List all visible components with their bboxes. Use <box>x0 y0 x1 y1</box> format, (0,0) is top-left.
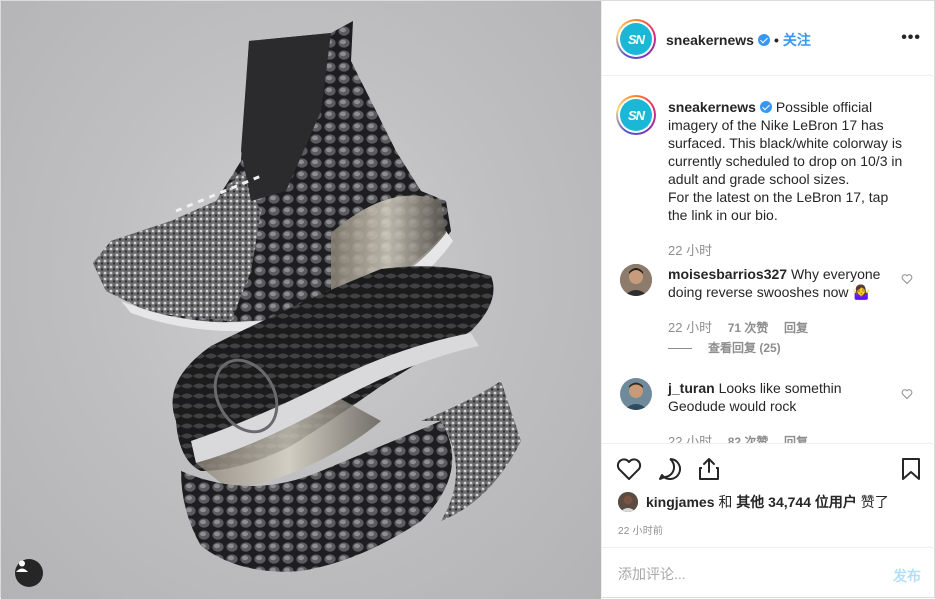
comment-body: doing reverse swooshes now <box>668 284 849 300</box>
caption-line: the link in our bio. <box>668 207 778 223</box>
user-tag-icon <box>16 560 28 572</box>
comment-input[interactable] <box>618 564 868 584</box>
caption-author-avatar[interactable]: SN <box>616 95 656 135</box>
comment-text: j_turan Looks like somethin Geodude woul… <box>668 379 883 415</box>
user-tag-button[interactable] <box>15 559 43 587</box>
avatar-image <box>618 492 638 512</box>
follow-button[interactable]: 关注 <box>783 32 811 48</box>
view-replies-label: 查看回复 (25) <box>708 341 781 355</box>
sneaker-photo <box>93 21 521 572</box>
verified-icon <box>759 101 772 113</box>
view-replies-button[interactable]: 查看回复 (25) <box>668 339 781 356</box>
post-comment-button[interactable]: 发布 <box>893 566 921 586</box>
reply-button[interactable]: 回复 <box>784 435 808 443</box>
post-image[interactable] <box>1 1 601 599</box>
comment-icon[interactable] <box>657 456 683 482</box>
caption-line: surfaced. This black/white colorway is <box>668 135 902 151</box>
comment-body: Looks like somethin <box>718 380 842 396</box>
avatar-image <box>620 378 652 410</box>
comment-time[interactable]: 22 小时 <box>668 434 712 443</box>
header-user-line: sneakernews • 关注 <box>666 30 811 50</box>
bookmark-icon[interactable] <box>898 456 924 482</box>
comment-username[interactable]: moisesbarrios327 <box>668 266 787 282</box>
comment-avatar[interactable] <box>620 264 652 296</box>
heart-icon[interactable] <box>616 456 642 482</box>
caption-line: For the latest on the LeBron 17, tap <box>668 189 889 205</box>
separator-dot: • <box>773 32 779 48</box>
post-header: SN sneakernews • 关注 ••• <box>602 1 935 76</box>
post-caption: sneakernews Possible official imagery of… <box>668 98 918 224</box>
reply-button[interactable]: 回复 <box>784 321 808 335</box>
caption-line: currently scheduled to drop on 10/3 in <box>668 153 903 169</box>
comments-list[interactable]: SN sneakernews Possible official imagery… <box>602 77 935 443</box>
caption-meta: 22 小时 <box>668 240 724 259</box>
comment-meta: 22 小时 71 次赞 回复 <box>668 317 820 336</box>
shrug-emoji-icon: 🤷‍♀️ <box>852 284 870 300</box>
caption-line: Possible official <box>775 99 873 115</box>
likes-others[interactable]: 其他 <box>736 492 764 512</box>
post-container: SN sneakernews • 关注 ••• SN sneakernews Pos… <box>0 0 935 599</box>
caption-time[interactable]: 22 小时 <box>668 243 712 258</box>
caption-line: adult and grade school sizes. <box>668 171 850 187</box>
likes-and: 和 <box>718 494 733 510</box>
caption-username[interactable]: sneakernews <box>668 99 756 115</box>
likes-count[interactable]: 34,744 <box>768 494 811 510</box>
comment-meta: 22 小时 82 次赞 回复 <box>668 431 820 443</box>
comment-text: moisesbarrios327 Why everyone doing reve… <box>668 265 883 301</box>
comment-username[interactable]: j_turan <box>668 380 715 396</box>
comment-likes[interactable]: 71 次赞 <box>728 321 769 335</box>
share-icon[interactable] <box>696 456 722 482</box>
likes-users-label[interactable]: 位用户 <box>815 492 857 512</box>
comment-likes[interactable]: 82 次赞 <box>728 435 769 443</box>
post-actions: kingjames 和 其他 34,744 位用户 赞了 22 小时前 <box>602 443 935 547</box>
post-timestamp[interactable]: 22 小时前 <box>618 522 663 537</box>
sneakernews-logo-icon: SN <box>620 23 652 55</box>
comment-body: Why everyone <box>790 266 881 282</box>
add-comment-bar: 发布 <box>602 547 935 599</box>
avatar-image <box>620 264 652 296</box>
post-sidebar: SN sneakernews • 关注 ••• SN sneakernews Pos… <box>601 1 935 599</box>
likes-liked: 赞了 <box>860 494 889 510</box>
liker-username[interactable]: kingjames <box>646 494 714 510</box>
author-username[interactable]: sneakernews <box>666 32 754 48</box>
comment-body: Geodude would rock <box>668 398 797 414</box>
comment-time[interactable]: 22 小时 <box>668 320 712 335</box>
verified-icon <box>757 34 770 46</box>
replies-divider <box>668 348 692 350</box>
liker-avatar[interactable] <box>618 492 638 512</box>
sneakernews-logo-icon: SN <box>620 99 652 131</box>
comment-like-heart-icon[interactable] <box>901 273 913 285</box>
author-avatar[interactable]: SN <box>616 19 656 59</box>
caption-line: imagery of the Nike LeBron 17 has <box>668 117 884 133</box>
likes-summary: kingjames 和 其他 34,744 位用户 赞了 <box>618 492 889 512</box>
more-options-icon[interactable]: ••• <box>901 29 921 47</box>
comment-like-heart-icon[interactable] <box>901 388 913 400</box>
comment-avatar[interactable] <box>620 378 652 410</box>
